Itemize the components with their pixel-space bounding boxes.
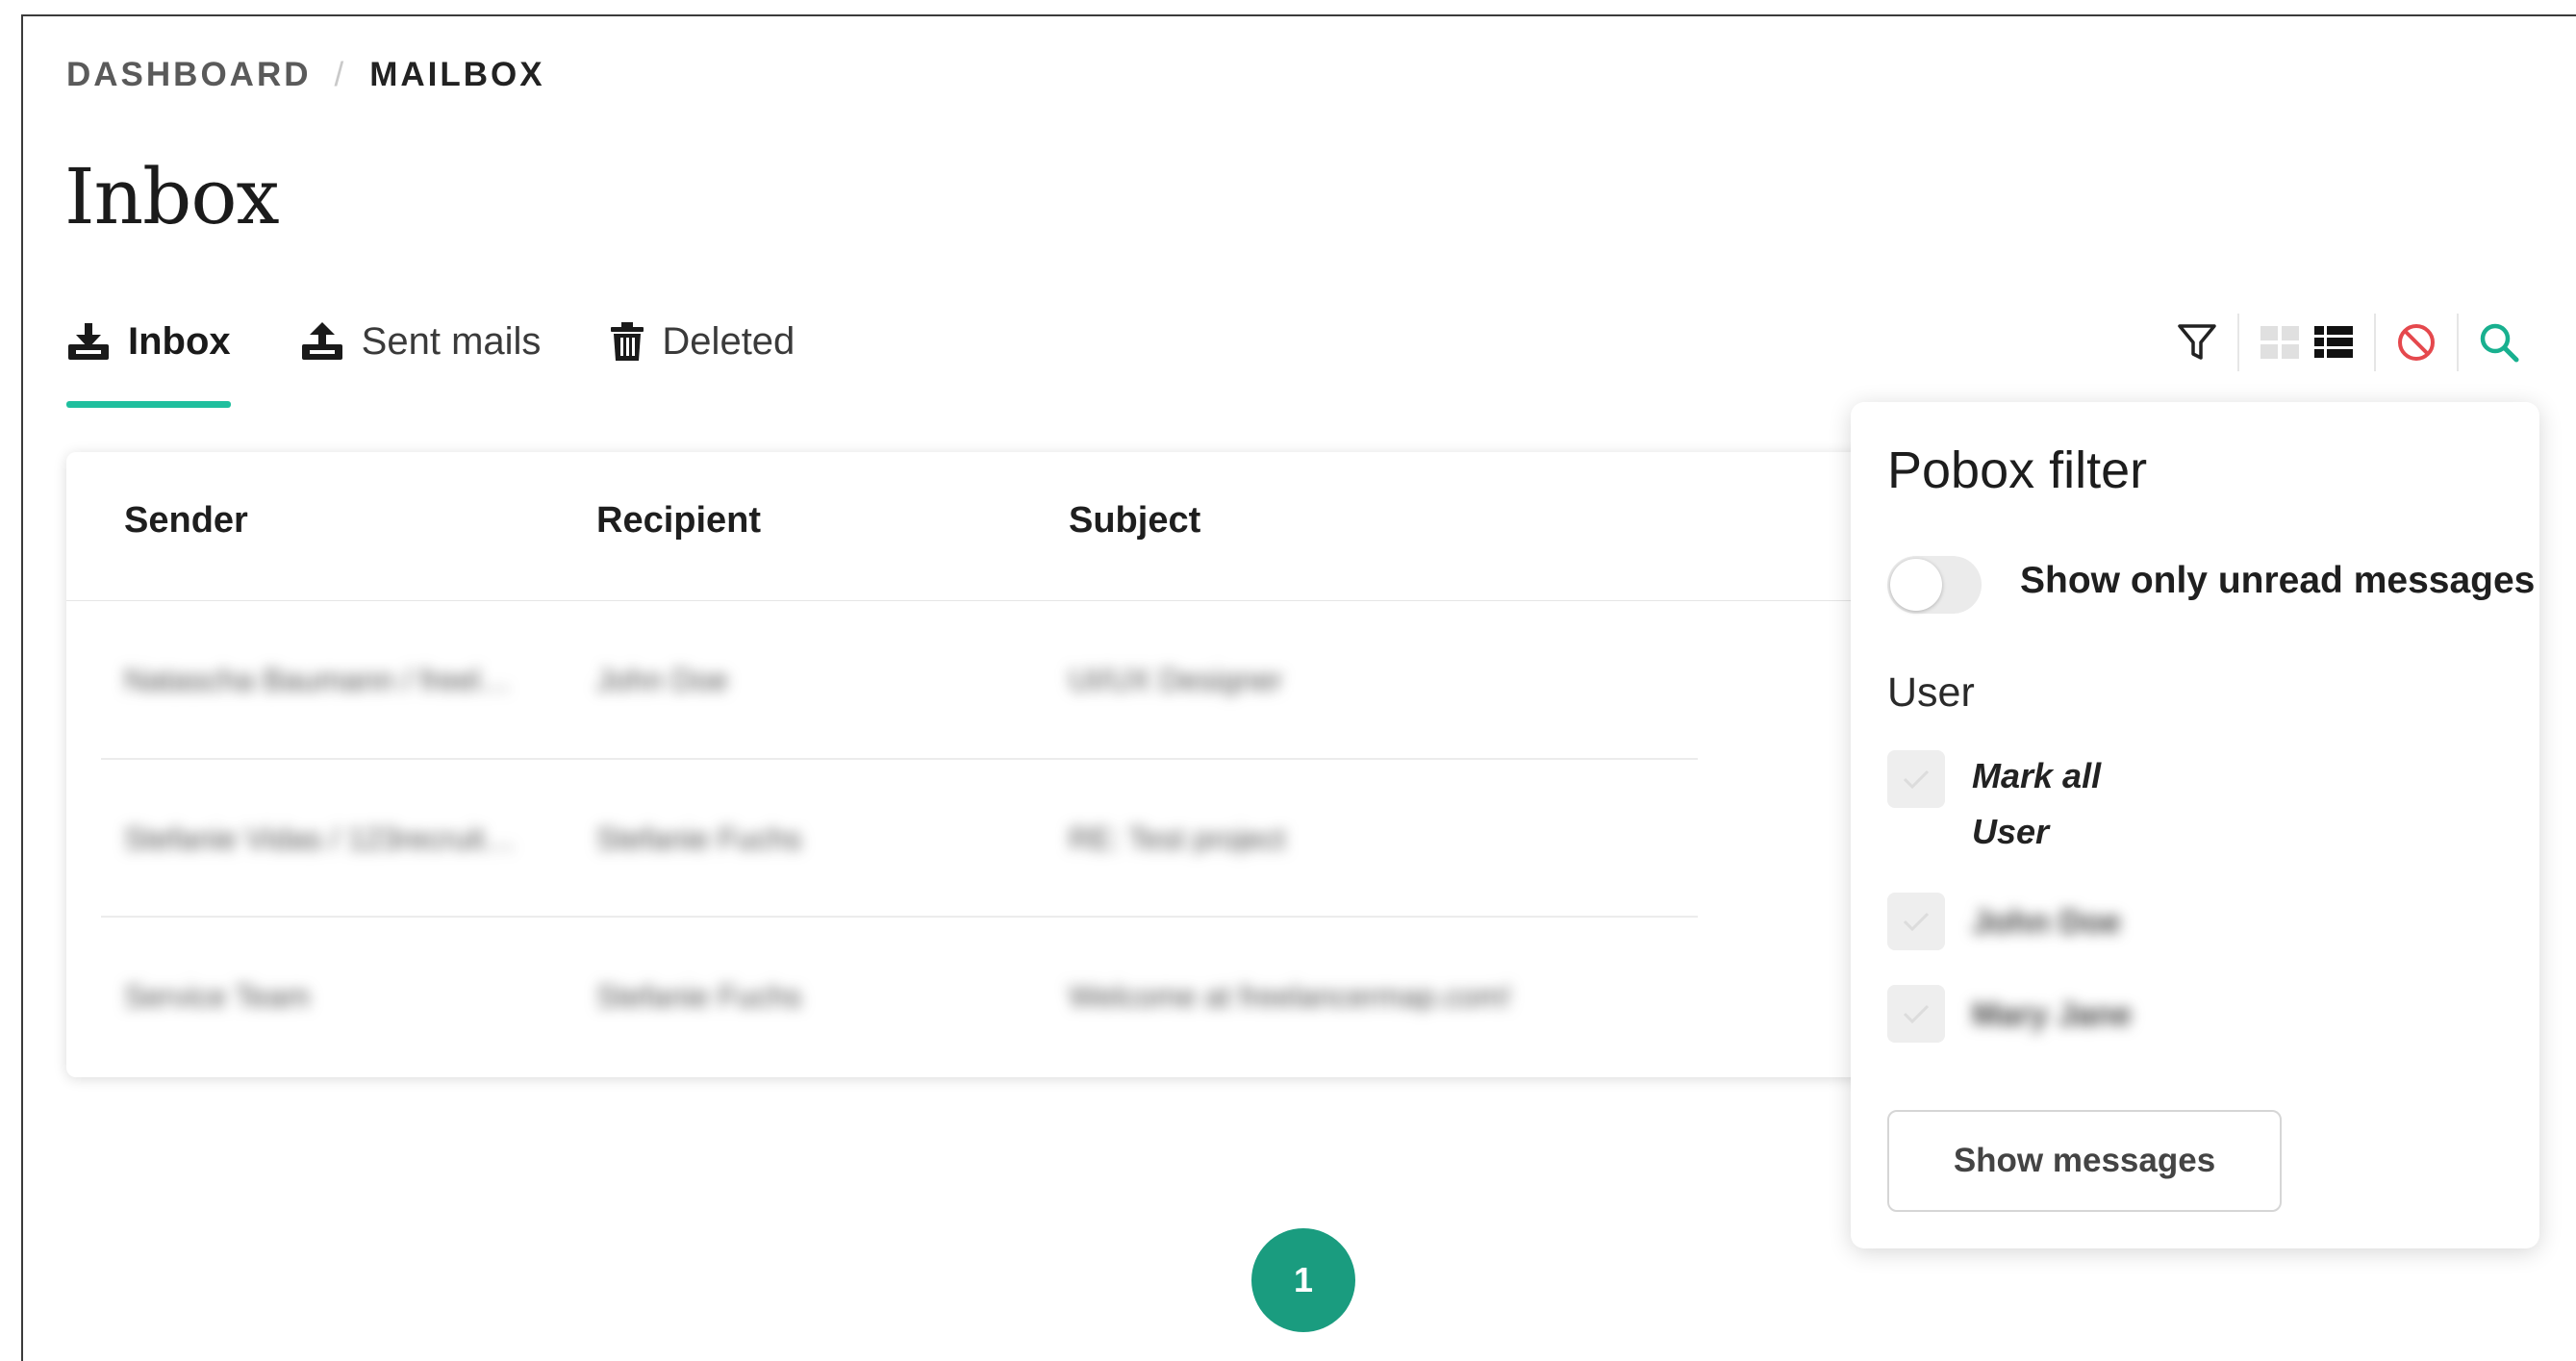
outbox-upload-icon	[301, 322, 342, 360]
grid-view-button[interactable]	[2253, 315, 2307, 369]
unread-only-label: Show only unread messages	[2020, 560, 2536, 601]
tab-sent-mails[interactable]: Sent mails	[300, 308, 542, 375]
tab-deleted[interactable]: Deleted	[610, 308, 795, 375]
tab-label: Deleted	[662, 319, 796, 363]
pagination-page-button[interactable]: 1	[1251, 1228, 1355, 1332]
list-view-icon	[2314, 326, 2353, 358]
breadcrumb-mailbox: MAILBOX	[369, 56, 545, 93]
user-checkbox[interactable]	[1887, 893, 1945, 950]
pobox-filter-popup: Pobox filter Show only unread messages U…	[1851, 402, 2539, 1248]
breadcrumb: DASHBOARD / MAILBOX	[66, 56, 545, 94]
trash-icon	[611, 322, 644, 361]
table-row[interactable]: Service Team Stefanie Fuchs Welcome at f…	[66, 918, 1692, 1075]
active-tab-indicator	[66, 401, 231, 408]
search-button[interactable]	[2472, 315, 2526, 369]
user-section-label: User	[1887, 669, 1975, 716]
subject-cell: RE: Test project	[1069, 821, 1286, 854]
view-toolbar	[2170, 314, 2526, 371]
mark-all-checkbox[interactable]	[1887, 750, 1945, 808]
table-header: Sender Recipient Subject	[66, 452, 1990, 601]
mark-all-label-user: User	[1972, 812, 2050, 851]
user-label: John Doe	[1972, 904, 2121, 941]
list-view-button[interactable]	[2307, 315, 2361, 369]
recipient-cell: Stefanie Fuchs	[596, 821, 802, 854]
recipient-cell: John Doe	[596, 663, 728, 695]
column-header-subject[interactable]: Subject	[1069, 500, 1200, 542]
page-title: Inbox	[64, 152, 280, 241]
tab-label: Inbox	[128, 319, 231, 363]
breadcrumb-dashboard[interactable]: DASHBOARD	[66, 56, 312, 94]
messages-table: Sender Recipient Subject Natascha Bauman…	[66, 452, 1990, 1077]
check-icon	[1903, 1004, 1930, 1024]
popup-title: Pobox filter	[1887, 441, 2148, 499]
sender-cell: Natascha Baumann / freel…	[124, 663, 511, 695]
sender-cell: Stefanie Vidas / 123recruit…	[124, 821, 516, 854]
sender-cell: Service Team	[124, 979, 311, 1012]
breadcrumb-separator: /	[334, 56, 347, 93]
inbox-download-icon	[68, 323, 109, 360]
toggle-knob	[1890, 559, 1942, 611]
show-messages-button[interactable]: Show messages	[1887, 1110, 2282, 1212]
check-icon	[1903, 769, 1930, 790]
toolbar-divider	[2457, 314, 2459, 371]
column-header-recipient[interactable]: Recipient	[596, 500, 761, 542]
grid-view-icon	[2260, 326, 2299, 359]
mark-all-label: Mark all	[1972, 756, 2102, 795]
column-header-sender[interactable]: Sender	[124, 500, 248, 542]
subject-cell: Welcome at freelancermap.com!	[1069, 979, 1512, 1012]
unread-only-toggle[interactable]	[1887, 556, 1982, 614]
toolbar-divider	[2237, 314, 2239, 371]
subject-cell: UI/UX Designer	[1069, 663, 1283, 695]
recipient-cell: Stefanie Fuchs	[596, 979, 802, 1012]
table-row[interactable]: Stefanie Vidas / 123recruit… Stefanie Fu…	[66, 760, 1692, 918]
user-label: Mary Jane	[1972, 996, 2133, 1033]
user-checkbox[interactable]	[1887, 985, 1945, 1043]
search-icon	[2480, 323, 2519, 363]
mailbox-tabs: Inbox Sent mails Deleted	[66, 308, 864, 408]
table-row[interactable]: Natascha Baumann / freel… John Doe UI/UX…	[66, 601, 1692, 759]
clear-filter-icon	[2398, 324, 2435, 361]
toolbar-divider	[2374, 314, 2376, 371]
tab-label: Sent mails	[361, 319, 542, 363]
check-icon	[1903, 912, 1930, 932]
clear-filter-button[interactable]	[2389, 315, 2443, 369]
filter-icon	[2178, 324, 2216, 360]
filter-button[interactable]	[2170, 315, 2224, 369]
tab-inbox[interactable]: Inbox	[66, 308, 231, 408]
